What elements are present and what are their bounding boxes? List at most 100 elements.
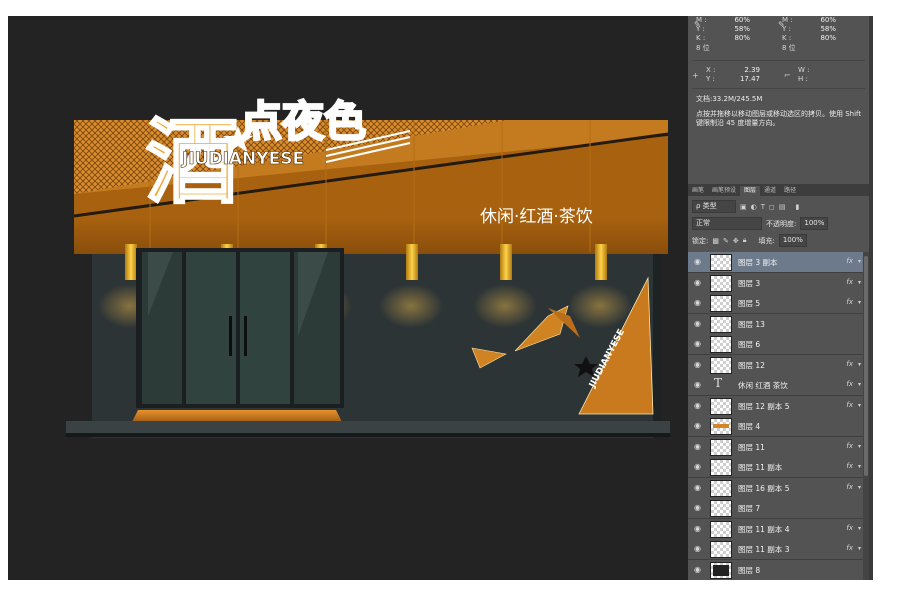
layer-fx-badge[interactable]: fx	[846, 257, 853, 265]
layer-row[interactable]: ◉ 图层 11 fx ▾	[688, 436, 863, 458]
layer-name[interactable]: 图层 11	[738, 442, 765, 453]
layer-thumbnail	[710, 336, 732, 353]
layer-name[interactable]: 图层 3 副本	[738, 257, 778, 268]
tab-layers[interactable]: 图层	[740, 186, 761, 196]
layer-name[interactable]: 图层 4	[738, 421, 760, 432]
layer-name[interactable]: 图层 3	[738, 278, 760, 289]
visibility-eye-icon[interactable]: ◉	[694, 483, 701, 492]
side-panel: M :60% Y :58% K :80% 8 位 ✎ M :60% Y :58%…	[688, 16, 869, 580]
filter-pixel-icon[interactable]: ▣	[740, 203, 747, 211]
lock-paint-icon[interactable]: ✎	[723, 237, 729, 245]
document-canvas[interactable]: 酒 点夜色 JIUDIANYESE 休闲·红酒·茶饮 JIUDIANYESE	[8, 16, 688, 580]
fx-expand-icon[interactable]: ▾	[858, 402, 861, 409]
fx-expand-icon[interactable]: ▾	[858, 299, 861, 306]
visibility-eye-icon[interactable]: ◉	[694, 360, 701, 369]
door-handle	[244, 316, 247, 356]
layer-fx-badge[interactable]: fx	[846, 483, 853, 491]
visibility-eye-icon[interactable]: ◉	[694, 421, 701, 430]
visibility-eye-icon[interactable]: ◉	[694, 278, 701, 287]
layer-row[interactable]: ◉ 图层 11 副本 4 fx ▾	[688, 518, 863, 540]
door-handle	[229, 316, 232, 356]
layer-fx-badge[interactable]: fx	[846, 442, 853, 450]
layer-row[interactable]: ◉ 图层 3 fx ▾	[688, 272, 863, 294]
visibility-eye-icon[interactable]: ◉	[694, 319, 701, 328]
fx-expand-icon[interactable]: ▾	[858, 525, 861, 532]
layer-row[interactable]: ◉ 图层 11 副本 fx ▾	[688, 457, 863, 478]
layer-fx-badge[interactable]: fx	[846, 360, 853, 368]
layer-fx-badge[interactable]: fx	[846, 380, 853, 388]
layer-thumbnail	[710, 254, 732, 271]
visibility-eye-icon[interactable]: ◉	[694, 257, 701, 266]
filter-adjust-icon[interactable]: ◐	[751, 203, 757, 211]
layer-row[interactable]: ◉ 图层 8	[688, 559, 863, 580]
tab-paths[interactable]: 路径	[780, 186, 800, 196]
fx-expand-icon[interactable]: ▾	[858, 484, 861, 491]
blend-mode-select[interactable]: 正常	[692, 217, 762, 230]
layer-row[interactable]: ◉ 图层 3 副本 fx ▾	[688, 252, 863, 273]
filter-type-select[interactable]: ρ 类型	[692, 200, 736, 213]
layer-name[interactable]: 图层 7	[738, 503, 760, 514]
lock-move-icon[interactable]: ✥	[733, 237, 739, 245]
visibility-eye-icon[interactable]: ◉	[694, 462, 701, 471]
visibility-eye-icon[interactable]: ◉	[694, 298, 701, 307]
filter-smart-icon[interactable]: ▤	[779, 203, 786, 211]
visibility-eye-icon[interactable]: ◉	[694, 380, 701, 389]
layer-name[interactable]: 图层 8	[738, 565, 760, 576]
layer-row[interactable]: ◉ 图层 16 副本 5 fx ▾	[688, 477, 863, 499]
layer-row[interactable]: ◉ 图层 4	[688, 416, 863, 437]
layer-row[interactable]: ◉ 图层 7	[688, 498, 863, 519]
visibility-eye-icon[interactable]: ◉	[694, 401, 701, 410]
fx-expand-icon[interactable]: ▾	[858, 381, 861, 388]
fx-expand-icon[interactable]: ▾	[858, 361, 861, 368]
filter-text-icon[interactable]: T	[761, 203, 765, 211]
visibility-eye-icon[interactable]: ◉	[694, 442, 701, 451]
layer-fx-badge[interactable]: fx	[846, 524, 853, 532]
layer-row[interactable]: ◉ 图层 12 副本 5 fx ▾	[688, 395, 863, 417]
layer-name[interactable]: 图层 12 副本 5	[738, 401, 789, 412]
layer-name[interactable]: 图层 11 副本	[738, 462, 782, 473]
layer-fx-badge[interactable]: fx	[846, 298, 853, 306]
tab-brush-presets[interactable]: 画笔预设	[708, 186, 740, 196]
lock-transparent-icon[interactable]: ▩	[712, 237, 719, 245]
layer-row[interactable]: ◉ 图层 5 fx ▾	[688, 293, 863, 314]
layer-fx-badge[interactable]: fx	[846, 462, 853, 470]
layer-fx-badge[interactable]: fx	[846, 278, 853, 286]
fx-expand-icon[interactable]: ▾	[858, 279, 861, 286]
visibility-eye-icon[interactable]: ◉	[694, 503, 701, 512]
layer-row[interactable]: ◉ 图层 12 fx ▾	[688, 354, 863, 376]
layer-row[interactable]: ◉ 图层 6	[688, 334, 863, 355]
visibility-eye-icon[interactable]: ◉	[694, 339, 701, 348]
layer-name[interactable]: 图层 5	[738, 298, 760, 309]
layer-name[interactable]: 图层 11 副本 4	[738, 524, 789, 535]
visibility-eye-icon[interactable]: ◉	[694, 544, 701, 553]
layer-name[interactable]: 图层 16 副本 5	[738, 483, 789, 494]
layer-fx-badge[interactable]: fx	[846, 401, 853, 409]
layer-name[interactable]: 图层 6	[738, 339, 760, 350]
layer-thumbnail	[710, 500, 732, 517]
lock-all-icon[interactable]: 🔒︎	[743, 236, 747, 245]
layer-thumbnail	[710, 541, 732, 558]
layer-name[interactable]: 图层 11 副本 3	[738, 544, 789, 555]
filter-shape-icon[interactable]: ◻	[769, 203, 775, 211]
layer-thumbnail	[710, 274, 732, 292]
visibility-eye-icon[interactable]: ◉	[694, 524, 701, 533]
layer-name[interactable]: 休闲 红酒 茶饮	[738, 380, 788, 391]
layer-row[interactable]: ◉ 图层 11 副本 3 fx ▾	[688, 539, 863, 560]
layer-name[interactable]: 图层 12	[738, 360, 765, 371]
tab-brush[interactable]: 画笔	[688, 186, 708, 196]
fx-expand-icon[interactable]: ▾	[858, 545, 861, 552]
fill-input[interactable]: 100%	[778, 234, 807, 247]
layers-scroll-thumb[interactable]	[864, 256, 868, 476]
wall-lamp	[595, 244, 607, 280]
filter-toggle-icon[interactable]: ▮	[795, 203, 799, 211]
layer-row[interactable]: ◉ 图层 13	[688, 313, 863, 335]
opacity-input[interactable]: 100%	[800, 217, 829, 230]
fx-expand-icon[interactable]: ▾	[858, 258, 861, 265]
layer-fx-badge[interactable]: fx	[846, 544, 853, 552]
fx-expand-icon[interactable]: ▾	[858, 463, 861, 470]
visibility-eye-icon[interactable]: ◉	[694, 565, 701, 574]
layer-name[interactable]: 图层 13	[738, 319, 765, 330]
fx-expand-icon[interactable]: ▾	[858, 443, 861, 450]
tab-channels[interactable]: 通道	[760, 186, 780, 196]
layer-row[interactable]: ◉ T 休闲 红酒 茶饮 fx ▾	[688, 375, 863, 396]
